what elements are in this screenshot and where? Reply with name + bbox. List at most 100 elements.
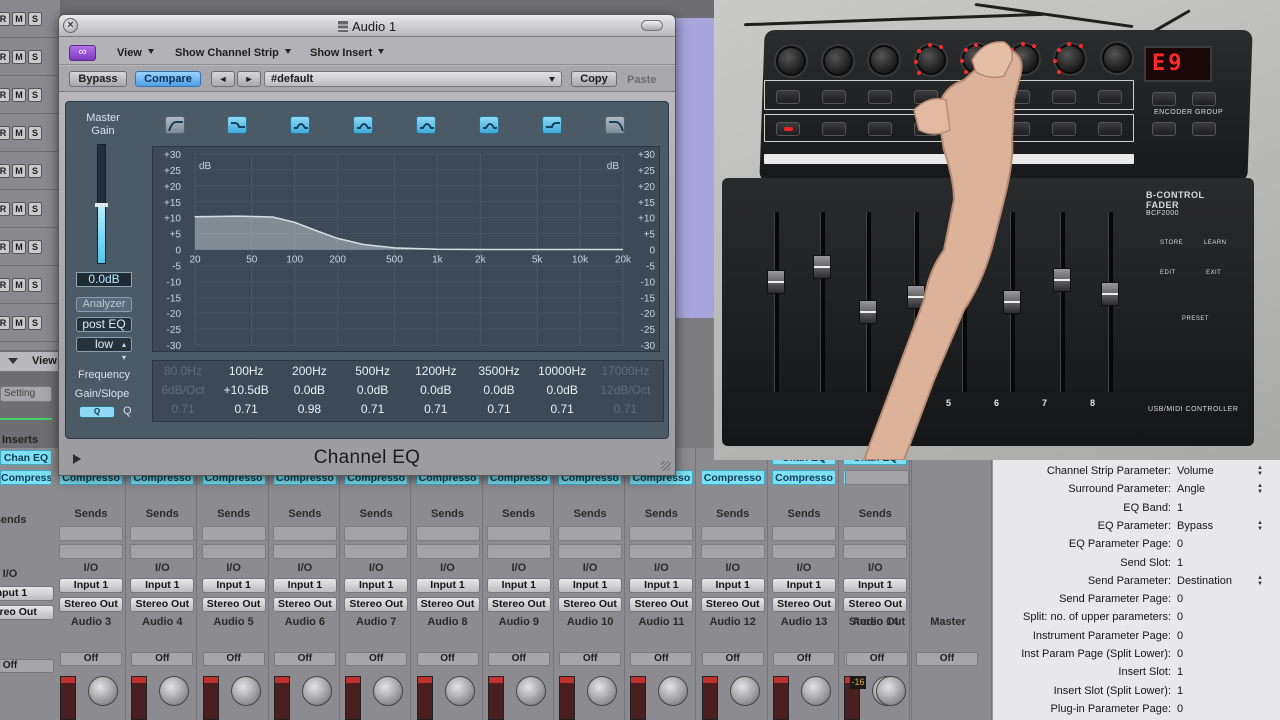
paste-button[interactable]: Paste	[627, 74, 656, 86]
analyzer-resolution-select[interactable]: low ▴ ▾	[76, 337, 132, 362]
resize-grip-icon[interactable]	[661, 461, 671, 471]
band-q[interactable]: 0.71	[591, 402, 659, 416]
automation-mode[interactable]: Off	[559, 652, 622, 666]
bell-icon[interactable]	[416, 116, 436, 134]
pan-knob[interactable]	[444, 676, 475, 706]
send-slot[interactable]	[344, 526, 409, 541]
record-enable-button[interactable]: R	[0, 12, 10, 26]
inspector-value[interactable]: Destination	[1177, 572, 1232, 590]
inspector-row[interactable]: Surround Parameter: Angle ▲ ▼	[993, 480, 1280, 498]
input-slot[interactable]: Input 1	[201, 578, 266, 593]
pan-knob[interactable]	[729, 676, 760, 706]
output-slot[interactable]: Stereo Out	[201, 597, 266, 612]
pan-knob[interactable]	[301, 676, 332, 706]
band-q[interactable]: 0.71	[402, 402, 470, 416]
send-slot[interactable]	[558, 544, 623, 559]
popup-arrows-icon[interactable]: ▲ ▼	[1257, 483, 1263, 495]
track-row[interactable]: RMS	[0, 38, 60, 76]
pan-knob[interactable]	[159, 676, 190, 706]
show-channel-strip-menu[interactable]: Show Channel Strip	[175, 45, 291, 61]
arrange-region[interactable]	[676, 18, 714, 318]
inspector-row[interactable]: EQ Parameter: Bypass ▲ ▼	[993, 517, 1280, 535]
band-frequency[interactable]: 17000Hz	[591, 364, 659, 378]
band-q[interactable]: 0.71	[339, 402, 407, 416]
mute-button[interactable]: M	[12, 126, 26, 140]
pan-knob[interactable]	[515, 676, 546, 706]
fader-handle[interactable]	[95, 203, 108, 207]
solo-button[interactable]: S	[28, 202, 42, 216]
band-gain[interactable]: 12dB/Oct	[591, 383, 659, 397]
inspector-value[interactable]: 0	[1177, 608, 1183, 626]
high-shelf-icon[interactable]	[542, 116, 562, 134]
mute-button[interactable]: M	[12, 50, 26, 64]
insert-slot-compressor[interactable]: Compresso	[0, 470, 52, 485]
inspector-value[interactable]: 1	[1177, 682, 1183, 700]
track-row[interactable]: RMS	[0, 0, 60, 38]
inspector-row[interactable]: Plug-in Parameter Page: 0	[993, 700, 1280, 718]
pan-knob[interactable]	[658, 676, 689, 706]
pan-knob[interactable]	[587, 676, 618, 706]
inspector-value[interactable]: 1	[1177, 663, 1183, 681]
input-slot[interactable]: Input 1	[772, 578, 836, 593]
insert-slot-chan-eq[interactable]: Chan EQ	[0, 450, 52, 465]
solo-button[interactable]: S	[28, 240, 42, 254]
bell-icon[interactable]	[290, 116, 310, 134]
q-couple-toggle[interactable]: Q	[79, 406, 115, 418]
disclosure-triangle-icon[interactable]	[8, 358, 18, 364]
track-row[interactable]: RMS	[0, 228, 60, 266]
send-slot[interactable]	[772, 526, 836, 541]
eq-thumbnail[interactable]	[0, 418, 52, 420]
band-q[interactable]: 0.71	[212, 402, 280, 416]
pan-knob[interactable]	[230, 676, 261, 706]
inspector-value[interactable]: Bypass	[1177, 517, 1213, 535]
automation-mode[interactable]: Off	[773, 652, 835, 666]
send-slot[interactable]	[344, 544, 409, 559]
send-slot[interactable]	[700, 526, 765, 541]
pan-knob[interactable]	[88, 676, 118, 706]
inspector-value[interactable]: 0	[1177, 627, 1183, 645]
solo-button[interactable]: S	[28, 12, 42, 26]
band-q[interactable]: 0.71	[528, 402, 596, 416]
band-frequency[interactable]: 10000Hz	[528, 364, 596, 378]
automation-mode[interactable]: Off	[701, 652, 764, 666]
inspector-row[interactable]: EQ Parameter Page: 0	[993, 535, 1280, 553]
inspector-row[interactable]: Inst Param Page (Split Lower): 0	[993, 645, 1280, 663]
send-slot[interactable]	[59, 526, 123, 541]
record-enable-button[interactable]: R	[0, 240, 10, 254]
bypass-button[interactable]: Bypass	[69, 71, 127, 87]
track-row[interactable]: RMS	[0, 114, 60, 152]
inspector-row[interactable]: EQ Band: 1	[993, 499, 1280, 517]
record-enable-button[interactable]: R	[0, 202, 10, 216]
inspector-value[interactable]: Angle	[1177, 480, 1205, 498]
record-enable-button[interactable]: R	[0, 278, 10, 292]
automation-mode[interactable]: Off	[846, 652, 908, 666]
master-gain-value[interactable]: 0.0dB	[76, 272, 132, 287]
send-slot[interactable]	[130, 544, 195, 559]
preset-menu[interactable]: #default	[264, 71, 562, 87]
automation-mode[interactable]: Off	[345, 652, 408, 666]
mute-button[interactable]: M	[12, 88, 26, 102]
input-slot[interactable]: Input 1	[344, 578, 409, 593]
inspector-row[interactable]: Send Parameter: Destination ▲ ▼	[993, 572, 1280, 590]
mixer-view-menu[interactable]: View	[0, 352, 64, 372]
send-slot[interactable]	[772, 544, 836, 559]
input-slot[interactable]: Input 1	[415, 578, 480, 593]
record-enable-button[interactable]: R	[0, 316, 10, 330]
send-slot[interactable]	[415, 526, 480, 541]
inspector-value[interactable]: 1	[1177, 554, 1183, 572]
high-cut-icon[interactable]	[605, 116, 625, 134]
mute-button[interactable]: M	[12, 164, 26, 178]
band-gain[interactable]: 0.0dB	[402, 383, 470, 397]
output-slot[interactable]: Stereo Out	[486, 597, 551, 612]
setting-button[interactable]: Setting	[0, 386, 52, 402]
track-row[interactable]: RMS	[0, 152, 60, 190]
eq-curve-display[interactable]: +30 +30 +25 +25 +20 +20 +15 +15 +10 +10 +5 +5 0 0 -5 -5…	[152, 146, 660, 352]
input-slot[interactable]: Input 1	[59, 578, 123, 593]
send-slot[interactable]	[700, 544, 765, 559]
inspector-value[interactable]: 0	[1177, 590, 1183, 608]
send-slot[interactable]	[629, 544, 694, 559]
popup-arrows-icon[interactable]: ▲ ▼	[1257, 520, 1263, 532]
mute-button[interactable]: M	[12, 240, 26, 254]
popup-arrows-icon[interactable]: ▲ ▼	[1257, 465, 1263, 477]
automation-mode[interactable]: Off	[131, 652, 194, 666]
